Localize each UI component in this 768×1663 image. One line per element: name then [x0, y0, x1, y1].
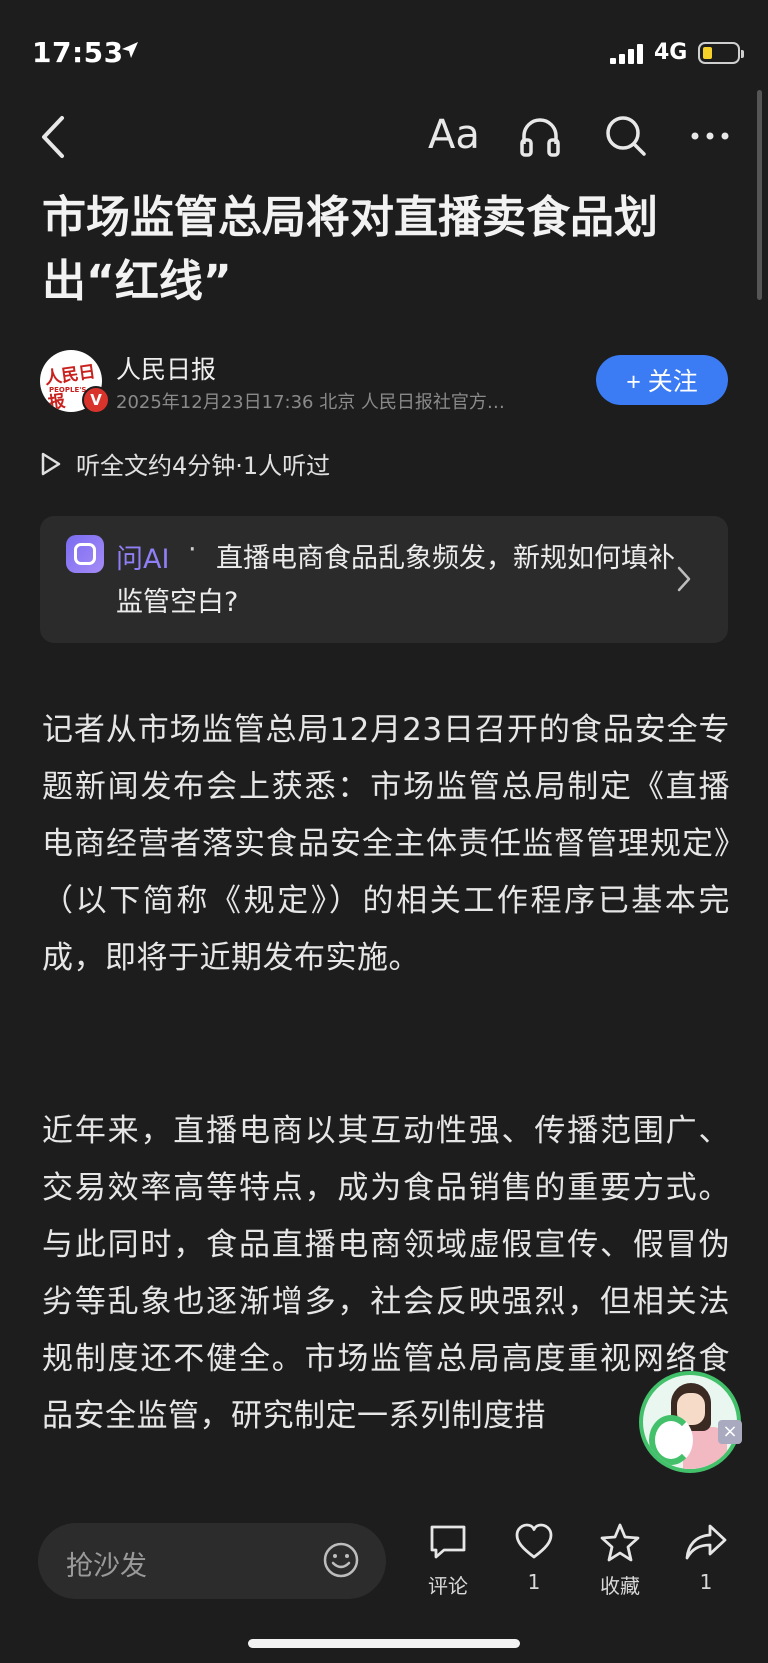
- home-indicator[interactable]: [248, 1639, 520, 1648]
- chevron-right-icon[interactable]: [676, 565, 692, 593]
- comment-action[interactable]: 评论: [408, 1522, 488, 1599]
- favorite-label: 收藏: [600, 1574, 640, 1598]
- ai-label: 问AI: [116, 544, 170, 575]
- comment-placeholder: 抢沙发: [66, 1551, 147, 1582]
- headphones-icon[interactable]: [518, 114, 562, 158]
- close-assistant-button[interactable]: ×: [718, 1420, 742, 1444]
- article-paragraph: 近年来，直播电商以其互动性强、传播范围广、交易效率高等特点，成为食品销售的重要方…: [42, 1113, 730, 1434]
- verified-badge: V: [82, 386, 110, 414]
- share-icon: [685, 1524, 727, 1560]
- star-icon: [600, 1523, 640, 1562]
- follow-button[interactable]: + 关注: [596, 355, 728, 405]
- author-meta: 2025年12月23日17:36 北京 人民日报社官方…: [116, 392, 505, 413]
- scroll-indicator: [757, 90, 762, 300]
- emoji-icon[interactable]: [322, 1541, 360, 1579]
- like-count: 1: [527, 1570, 541, 1594]
- share-action[interactable]: 1: [666, 1522, 746, 1594]
- favorite-action[interactable]: 收藏: [580, 1522, 660, 1599]
- like-action[interactable]: 1: [494, 1522, 574, 1594]
- battery-icon: [698, 42, 744, 64]
- ai-separator: ·: [188, 534, 197, 565]
- signal-icon: [610, 44, 643, 64]
- location-arrow-icon: [122, 42, 138, 58]
- more-icon[interactable]: [690, 130, 730, 142]
- author-name[interactable]: 人民日报: [116, 350, 216, 386]
- search-icon[interactable]: [604, 114, 648, 158]
- article-title: 市场监管总局将对直播卖食品划出“红线”: [42, 192, 658, 307]
- network-type: 4G: [654, 40, 688, 65]
- play-icon: [41, 452, 61, 475]
- article-paragraph: 记者从市场监管总局12月23日召开的食品安全专题新闻发布会上获悉：市场监管总局制…: [42, 712, 730, 976]
- listen-row[interactable]: 听全文约4分钟·1人听过: [40, 446, 330, 481]
- listen-label: 听全文约4分钟·1人听过: [76, 452, 331, 480]
- assistant-logo-icon: [649, 1415, 693, 1465]
- heart-icon: [515, 1523, 553, 1559]
- share-count: 1: [699, 1570, 713, 1594]
- comment-icon: [430, 1525, 466, 1559]
- comment-label: 评论: [428, 1574, 468, 1598]
- avatar-logo-subtext: PEOPLE'S: [49, 386, 87, 394]
- font-size-button[interactable]: Aa: [428, 112, 480, 158]
- ai-question[interactable]: 直播电商食品乱象频发，新规如何填补监管空白?: [116, 537, 676, 625]
- status-time: 17:53: [32, 36, 124, 69]
- ai-logo-icon: [66, 535, 104, 573]
- follow-label: + 关注: [626, 368, 698, 396]
- back-chevron-icon[interactable]: [38, 114, 66, 160]
